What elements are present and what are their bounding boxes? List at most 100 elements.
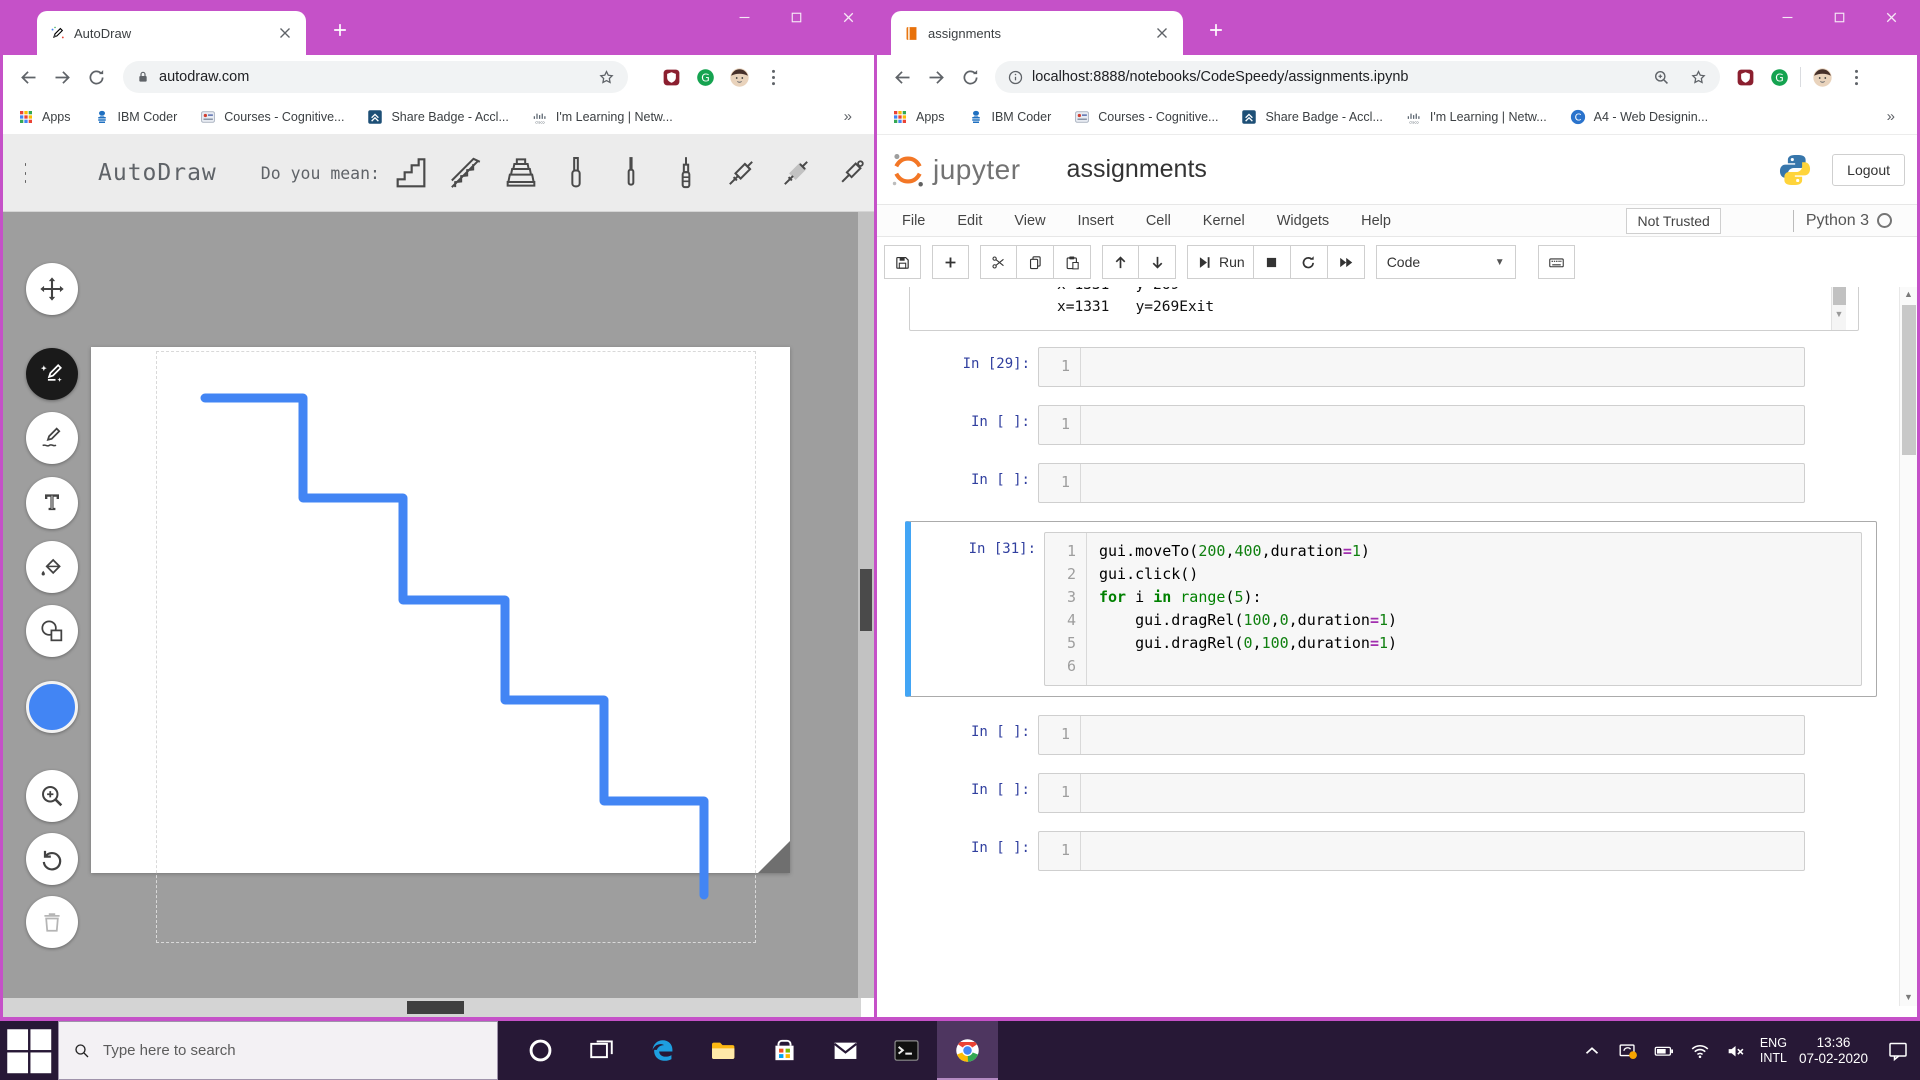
notebook-scrollbar[interactable]: ▲▼ — [1899, 287, 1917, 1006]
canvas-resize-corner[interactable] — [758, 841, 790, 873]
grammarly-icon[interactable]: G — [1762, 60, 1796, 94]
bookmark-courses-cognitive[interactable]: Courses - Cognitive... — [199, 108, 344, 126]
menu-cell[interactable]: Cell — [1146, 213, 1171, 229]
code-area[interactable]: gui.moveTo(200,400,duration=1)gui.click(… — [1087, 533, 1397, 685]
tool-color-swatch[interactable] — [26, 681, 78, 733]
code-area[interactable] — [1081, 774, 1102, 812]
move-cell-down-button[interactable] — [1139, 245, 1176, 279]
new-tab-button[interactable] — [1203, 17, 1229, 43]
cell-input[interactable]: 1 — [1038, 463, 1805, 503]
suggestion-tiered-cake-icon[interactable] — [498, 150, 544, 196]
forward-icon[interactable] — [919, 60, 953, 94]
suggestion-syringe-filled-icon[interactable] — [773, 150, 819, 196]
bookmark-courses-cognitive[interactable]: Courses - Cognitive... — [1073, 108, 1218, 126]
copy-cells-button[interactable] — [1017, 245, 1054, 279]
language-indicator[interactable]: ENG INTL — [1760, 1036, 1787, 1066]
reload-icon[interactable] — [953, 60, 987, 94]
code-area[interactable] — [1081, 406, 1102, 444]
suggestion-stairs-icon[interactable] — [388, 150, 434, 196]
interrupt-kernel-button[interactable] — [1254, 245, 1291, 279]
paste-cells-button[interactable] — [1054, 245, 1091, 279]
action-center-icon[interactable] — [1886, 1039, 1910, 1063]
notebook-title[interactable]: assignments — [1067, 155, 1207, 184]
notebook-cell[interactable]: In [ ]: 1 — [905, 715, 1917, 755]
taskbar-store[interactable] — [754, 1021, 815, 1080]
save-button[interactable] — [884, 245, 921, 279]
command-palette-button[interactable] — [1538, 245, 1575, 279]
jupyter-logo-icon[interactable] — [889, 149, 927, 191]
notebook-cell-selected[interactable]: In [31]: 123456 gui.moveTo(200,400,durat… — [905, 521, 1877, 697]
suggestion-screwdriver-icon[interactable] — [553, 150, 599, 196]
bookmark-share-badge-accl[interactable]: Share Badge - Accl... — [1240, 108, 1382, 126]
tray-wifi-icon[interactable] — [1688, 1039, 1712, 1063]
notebook-cell[interactable]: In [ ]: 1 — [905, 463, 1917, 503]
tool-zoom[interactable] — [26, 770, 78, 822]
tool-move[interactable] — [26, 263, 78, 315]
tool-autodraw-magic[interactable] — [26, 348, 78, 400]
tray-sync-icon[interactable] — [1616, 1039, 1640, 1063]
taskbar-chrome[interactable] — [937, 1021, 998, 1080]
notebook-cell[interactable]: In [29]: 1 — [905, 347, 1917, 387]
tool-shapes[interactable] — [26, 605, 78, 657]
menu-widgets[interactable]: Widgets — [1277, 213, 1329, 229]
jupyter-brand[interactable]: jupyter — [933, 154, 1021, 186]
cell-input[interactable]: 123456 gui.moveTo(200,400,duration=1)gui… — [1044, 532, 1862, 686]
menu-view[interactable]: View — [1014, 213, 1045, 229]
taskbar-mail[interactable] — [815, 1021, 876, 1080]
clock[interactable]: 13:36 07-02-2020 — [1799, 1035, 1868, 1067]
zoom-in-page-icon[interactable] — [1652, 68, 1671, 87]
tab-assignments[interactable]: assignments — [891, 11, 1183, 55]
menu-kernel[interactable]: Kernel — [1203, 213, 1245, 229]
profile-avatar[interactable] — [722, 60, 756, 94]
notebook-cell[interactable]: In [ ]: 1 — [905, 405, 1917, 445]
left-horizontal-scrollbar[interactable] — [3, 998, 861, 1017]
move-cell-up-button[interactable] — [1102, 245, 1139, 279]
menu-help[interactable]: Help — [1361, 213, 1391, 229]
tray-volume-mute-icon[interactable] — [1724, 1039, 1748, 1063]
bookmark-apps[interactable]: Apps — [17, 108, 71, 126]
tool-text[interactable]: T — [26, 477, 78, 529]
bookmark-i-m-learning-netw[interactable]: ciscoI'm Learning | Netw... — [1405, 108, 1547, 126]
menu-hamburger-icon[interactable] — [25, 163, 26, 183]
notebook-cell[interactable]: In [ ]: 1 — [905, 773, 1917, 813]
info-icon[interactable] — [1007, 69, 1024, 86]
address-bar[interactable]: localhost:8888/notebooks/CodeSpeedy/assi… — [995, 61, 1720, 93]
new-tab-button[interactable] — [327, 17, 353, 43]
restart-run-all-button[interactable] — [1328, 245, 1365, 279]
output-scrollbar[interactable]: ▼ — [1831, 287, 1846, 330]
bookmark-share-badge-accl[interactable]: Share Badge - Accl... — [366, 108, 508, 126]
suggestion-screwdriver-slim-icon[interactable] — [608, 150, 654, 196]
code-area[interactable] — [1081, 716, 1102, 754]
left-vertical-scrollbar[interactable] — [858, 212, 874, 998]
notebook-cell[interactable]: In [ ]: 1 — [905, 831, 1917, 871]
cell-input[interactable]: 1 — [1038, 831, 1805, 871]
tray-battery-icon[interactable] — [1652, 1039, 1676, 1063]
code-area[interactable] — [1081, 348, 1102, 386]
drawing-canvas[interactable] — [3, 212, 861, 998]
run-cell-button[interactable]: Run — [1187, 245, 1254, 279]
bookmark-apps[interactable]: Apps — [891, 108, 945, 126]
cell-input[interactable]: 1 — [1038, 347, 1805, 387]
taskbar-terminal[interactable] — [876, 1021, 937, 1080]
grammarly-icon[interactable]: G — [688, 60, 722, 94]
taskbar-file-explorer[interactable] — [693, 1021, 754, 1080]
cell-input[interactable]: 1 — [1038, 715, 1805, 755]
cell-type-select[interactable]: Code▼ — [1376, 245, 1516, 279]
left-titlebar[interactable]: AutoDraw — [3, 0, 874, 55]
right-titlebar[interactable]: assignments — [877, 0, 1917, 55]
tool-undo[interactable] — [26, 833, 78, 885]
bookmark-ibm-coder[interactable]: IBM Coder — [93, 108, 178, 126]
back-icon[interactable] — [11, 60, 45, 94]
menu-file[interactable]: File — [902, 213, 925, 229]
code-area[interactable] — [1081, 832, 1102, 870]
taskbar-cortana[interactable] — [510, 1021, 571, 1080]
address-bar[interactable]: autodraw.com — [123, 61, 628, 93]
tab-autodraw[interactable]: AutoDraw — [37, 11, 306, 55]
tool-pencil[interactable] — [26, 412, 78, 464]
tab-close-icon[interactable] — [276, 24, 294, 42]
bookmark-ibm-coder[interactable]: IBM Coder — [967, 108, 1052, 126]
add-cell-button[interactable] — [932, 245, 969, 279]
suggestion-screw-gauge-icon[interactable] — [663, 150, 709, 196]
chrome-menu-icon[interactable] — [1839, 60, 1873, 94]
maximize-button[interactable] — [1813, 0, 1865, 34]
